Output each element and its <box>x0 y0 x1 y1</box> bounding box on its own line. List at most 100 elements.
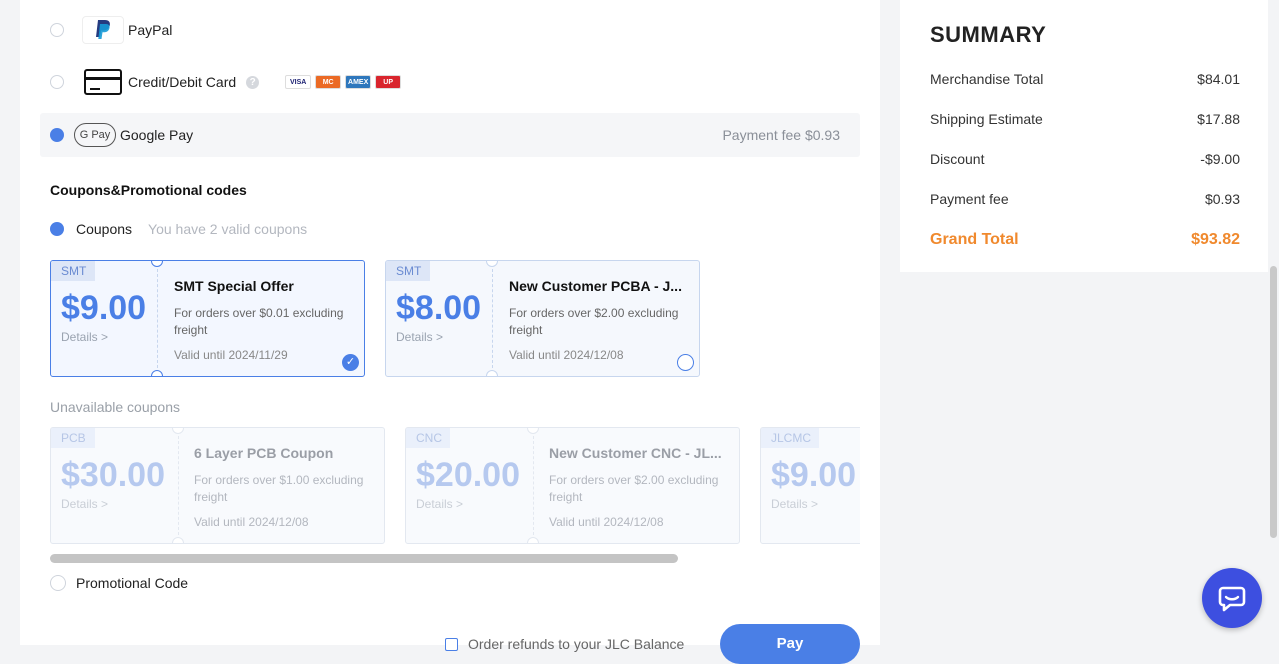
coupon-amount: $20.00 <box>416 456 520 494</box>
summary-value: $0.93 <box>1204 191 1240 207</box>
grand-total-value: $93.82 <box>1191 231 1240 248</box>
coupon-validity: Valid until 2024/11/29 <box>174 348 288 362</box>
grand-total-row: Grand Total $93.82 <box>930 231 1240 249</box>
coupons-section-title: Coupons&Promotional codes <box>50 182 247 198</box>
horizontal-scrollbar[interactable] <box>50 554 678 563</box>
google-pay-label: Google Pay <box>120 127 194 143</box>
payment-option-paypal[interactable]: PayPal <box>40 8 860 52</box>
summary-label: Merchandise Total <box>930 71 1044 87</box>
valid-coupons-note: You have 2 valid coupons <box>148 221 308 237</box>
help-icon[interactable]: ? <box>246 75 260 89</box>
card-brand-logos: VISA MC AMEX UP <box>285 75 405 89</box>
coupon-tag: CNC <box>406 428 450 448</box>
coupon-description: For orders over $2.00 excluding freight <box>549 473 719 504</box>
credit-card-icon <box>84 69 122 95</box>
coupon-details-link[interactable]: Details > <box>771 497 818 511</box>
coupon-notch <box>486 370 498 376</box>
coupon-tag: SMT <box>51 261 95 281</box>
coupon-tag: SMT <box>386 261 430 281</box>
coupon-notch <box>172 428 184 434</box>
page-scrollbar[interactable] <box>1270 266 1277 538</box>
coupon-details-link[interactable]: Details > <box>416 497 463 511</box>
coupons-option[interactable]: Coupons You have 2 valid coupons <box>50 221 307 237</box>
coupon-name: SMT Special Offer <box>174 278 294 294</box>
summary-value: $17.88 <box>1197 111 1240 127</box>
refund-to-balance-option[interactable]: Order refunds to your JLC Balance <box>445 636 684 652</box>
summary-row: Shipping Estimate $17.88 <box>930 111 1240 127</box>
card-brand-mc-icon: MC <box>315 75 342 89</box>
select-circle-icon[interactable] <box>677 354 694 371</box>
coupon-tag: PCB <box>51 428 95 448</box>
coupon-notch <box>172 537 184 543</box>
refund-checkbox[interactable] <box>445 637 458 651</box>
coupon-notch <box>486 261 498 267</box>
coupon-description: For orders over $2.00 excluding freight <box>509 306 679 337</box>
coupon-divider <box>533 436 534 535</box>
coupon-tag: JLCMC <box>761 428 819 448</box>
coupon-card-disabled: CNC $20.00 Details > New Customer CNC - … <box>405 427 740 544</box>
coupon-validity: Valid until 2024/12/08 <box>549 515 664 529</box>
coupon-name: New Customer CNC - JL... <box>549 445 722 461</box>
coupon-description: For orders over $1.00 excluding freight <box>194 473 364 504</box>
paypal-label: PayPal <box>128 22 173 38</box>
coupon-card-disabled: JLCMC $9.00 Details > <box>760 427 860 544</box>
refund-label: Order refunds to your JLC Balance <box>468 636 685 652</box>
summary-row: Discount -$9.00 <box>930 151 1240 167</box>
coupon-name: 6 Layer PCB Coupon <box>194 445 334 461</box>
summary-label: Discount <box>930 151 985 167</box>
coupon-amount: $8.00 <box>396 289 482 327</box>
coupon-card[interactable]: SMT $8.00 Details > New Customer PCBA - … <box>385 260 700 377</box>
coupon-validity: Valid until 2024/12/08 <box>194 515 309 529</box>
paypal-icon <box>82 16 124 44</box>
summary-value: $84.01 <box>1197 71 1240 87</box>
coupon-description: For orders over $0.01 excluding freight <box>174 306 344 337</box>
google-pay-icon: G Pay <box>74 123 116 147</box>
order-summary: SUMMARY Merchandise Total $84.01 Shippin… <box>900 0 1268 272</box>
promotional-code-radio[interactable] <box>50 575 66 591</box>
payment-option-card[interactable]: Credit/Debit Card ? VISA MC AMEX UP <box>40 60 860 104</box>
card-label: Credit/Debit Card <box>128 74 237 90</box>
payment-option-google-pay[interactable]: G Pay Google Pay Payment fee $0.93 <box>40 113 860 157</box>
payment-fee-note: Payment fee $0.93 <box>722 127 840 143</box>
google-pay-radio[interactable] <box>50 128 64 142</box>
grand-total-label: Grand Total <box>930 231 1019 248</box>
card-brand-amex-icon: AMEX <box>345 75 372 89</box>
coupon-notch <box>151 370 163 376</box>
coupon-card-disabled: PCB $30.00 Details > 6 Layer PCB Coupon … <box>50 427 385 544</box>
coupon-divider <box>157 269 158 368</box>
coupons-radio[interactable] <box>50 222 64 236</box>
summary-title: SUMMARY <box>930 22 1047 47</box>
promotional-code-label: Promotional Code <box>76 575 189 591</box>
coupon-name: New Customer PCBA - J... <box>509 278 682 294</box>
coupon-divider <box>178 436 179 535</box>
unavailable-coupons-scroller[interactable]: PCB $30.00 Details > 6 Layer PCB Coupon … <box>50 427 860 545</box>
coupon-details-link[interactable]: Details > <box>396 330 443 344</box>
coupons-label: Coupons <box>76 221 133 237</box>
coupon-details-link[interactable]: Details > <box>61 497 108 511</box>
coupon-amount: $9.00 <box>771 456 857 494</box>
coupon-amount: $30.00 <box>61 456 165 494</box>
chat-icon[interactable] <box>1202 568 1262 628</box>
pay-button[interactable]: Pay <box>720 624 860 664</box>
summary-label: Shipping Estimate <box>930 111 1043 127</box>
paypal-radio[interactable] <box>50 23 64 37</box>
payment-panel: PayPal Credit/Debit Card ? VISA MC AMEX UP … <box>20 0 880 664</box>
summary-row: Payment fee $0.93 <box>930 191 1240 207</box>
summary-value: -$9.00 <box>1200 151 1240 167</box>
coupon-validity: Valid until 2024/12/08 <box>509 348 624 362</box>
card-radio[interactable] <box>50 75 64 89</box>
coupon-card[interactable]: SMT $9.00 Details > SMT Special Offer Fo… <box>50 260 365 377</box>
coupon-divider <box>492 269 493 368</box>
unavailable-coupons-label: Unavailable coupons <box>50 399 180 415</box>
summary-label: Payment fee <box>930 191 1009 207</box>
coupon-notch <box>527 428 539 434</box>
summary-row: Merchandise Total $84.01 <box>930 71 1240 87</box>
promotional-code-option[interactable]: Promotional Code <box>50 575 188 591</box>
coupon-notch <box>151 261 163 267</box>
card-brand-up-icon: UP <box>375 75 402 89</box>
check-icon[interactable]: ✓ <box>342 354 359 371</box>
coupon-notch <box>527 537 539 543</box>
coupon-amount: $9.00 <box>61 289 147 327</box>
card-brand-visa-icon: VISA <box>285 75 312 89</box>
coupon-details-link[interactable]: Details > <box>61 330 108 344</box>
